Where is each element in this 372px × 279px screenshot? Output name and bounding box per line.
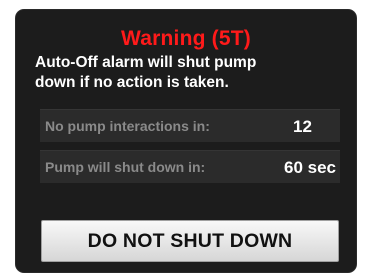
do-not-shut-down-button[interactable]: DO NOT SHUT DOWN (41, 220, 339, 262)
shutdown-countdown-value: 60 sec (284, 158, 336, 177)
dialog-title: Warning (5T) (121, 27, 251, 50)
shutdown-countdown-row: Pump will shut down in: 60 sec (40, 150, 340, 183)
status-rows: No pump interactions in: 12 hrs Pump wil… (40, 109, 340, 191)
screen: Warning (5T) Auto-Off alarm will shut pu… (0, 0, 372, 279)
shutdown-countdown-label: Pump will shut down in: (45, 159, 206, 175)
no-interactions-label: No pump interactions in: (45, 118, 210, 134)
warning-dialog: Warning (5T) Auto-Off alarm will shut pu… (16, 10, 356, 272)
message-line-1: Auto-Off alarm will shut pump (35, 54, 257, 71)
message-line-2: down if no action is taken. (35, 74, 229, 91)
no-interactions-row: No pump interactions in: 12 hrs (40, 109, 340, 169)
dialog-message: Auto-Off alarm will shut pump down if no… (35, 53, 315, 93)
